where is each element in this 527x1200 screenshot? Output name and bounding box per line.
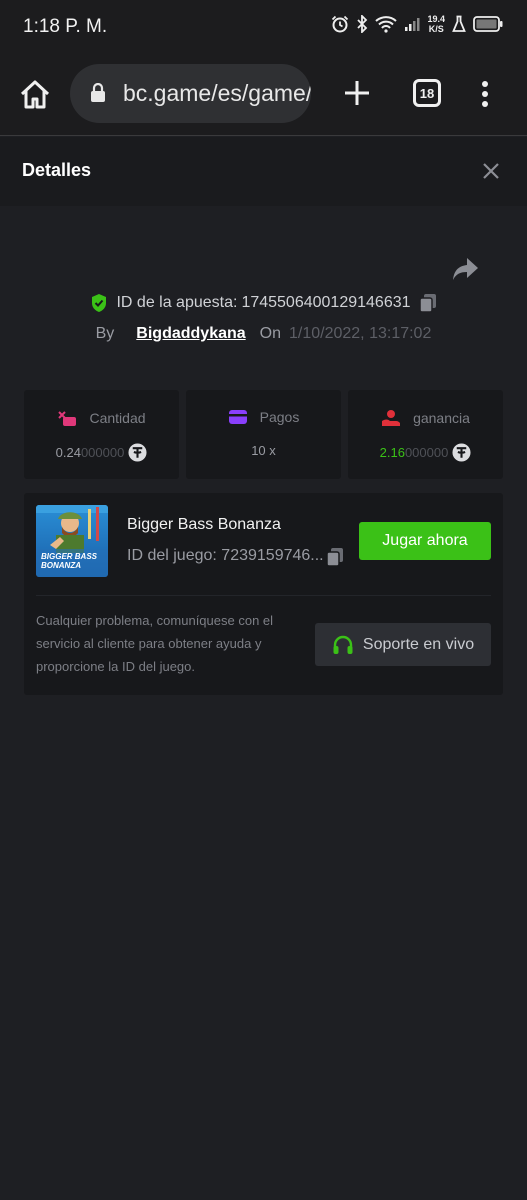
bet-datetime: 1/10/2022, 13:17:02 [289,325,432,342]
browser-toolbar: bc.game/es/game/slot/bigger-bass-bonanza… [0,54,527,136]
by-label: By [95,325,115,342]
close-icon[interactable] [481,161,501,181]
play-now-button[interactable]: Jugar ahora [359,522,491,560]
stat-card-amount: Cantidad 0.24000000 [24,390,179,479]
home-icon[interactable] [18,78,52,112]
profit-hand-icon [382,410,401,426]
bet-id-label: ID de la apuesta: [116,294,238,311]
copy-icon[interactable] [418,293,437,313]
divider [36,595,491,596]
coin-stack-icon [58,411,77,426]
game-name: Bigger Bass Bonanza [127,516,281,533]
username-link[interactable]: Bigdaddykana [136,325,245,343]
page-title: Detalles [22,160,92,180]
help-text: Cualquier problema, comuníquese con el s… [36,613,274,674]
tether-icon [128,443,147,462]
stat-label-amount: Cantidad [89,410,146,426]
url-text: bc.game/es/game/slot/bigger-bass-bonanza [123,80,311,106]
share-icon[interactable] [451,256,479,282]
game-id: ID del juego: 7239159746... [127,547,324,564]
thumb-title-2: BONANZA [41,561,81,570]
url-bar[interactable]: bc.game/es/game/slot/bigger-bass-bonanza [70,64,311,123]
status-bar: 1:18 P. M. 19.4 K/S [0,0,527,54]
bluetooth-icon [357,15,368,33]
flask-icon [452,15,466,32]
net-speed: 19.4 K/S [427,14,445,34]
stat-value-profit: 2.16000000 [379,445,449,460]
stat-label-payout: Pagos [259,409,300,425]
stat-label-profit: ganancia [413,410,470,426]
bet-meta-row: By Bigdaddykana On 1/10/2022, 13:17:02 [0,325,527,343]
copy-icon[interactable] [326,547,344,567]
tab-switcher-button[interactable]: 18 [413,79,441,107]
on-label: On [259,325,281,342]
stat-value-payout: 10 x [251,443,276,458]
stat-card-payout: Pagos 10 x [186,390,341,479]
more-menu-icon[interactable] [478,81,492,107]
headset-icon [333,635,353,654]
status-time: 1:18 P. M. [23,16,108,37]
stat-value-amount: 0.24000000 [55,445,125,460]
game-card: BIGGER BASS BONANZA Bigger Bass Bonanza … [24,493,503,695]
tether-icon [452,443,471,462]
live-support-button[interactable]: Soporte en vivo [315,623,491,666]
new-tab-icon[interactable] [343,79,371,107]
support-label: Soporte en vivo [362,635,475,653]
wifi-icon [375,16,398,33]
signal-icon [405,18,420,31]
thumb-title-1: BIGGER BASS [41,552,98,561]
details-header: Detalles [0,137,527,206]
battery-icon [473,16,503,32]
shield-check-icon [92,294,107,312]
stat-card-profit: ganancia 2.16000000 [348,390,503,479]
bet-id-row: ID de la apuesta: 1745506400129146631 [0,293,527,313]
payout-card-icon [228,410,247,424]
status-icons: 19.4 K/S [331,14,503,34]
game-thumbnail[interactable]: BIGGER BASS BONANZA [36,505,108,577]
bet-id-value: 1745506400129146631 [241,294,411,311]
lock-icon [91,83,105,102]
alarm-icon [332,15,349,33]
